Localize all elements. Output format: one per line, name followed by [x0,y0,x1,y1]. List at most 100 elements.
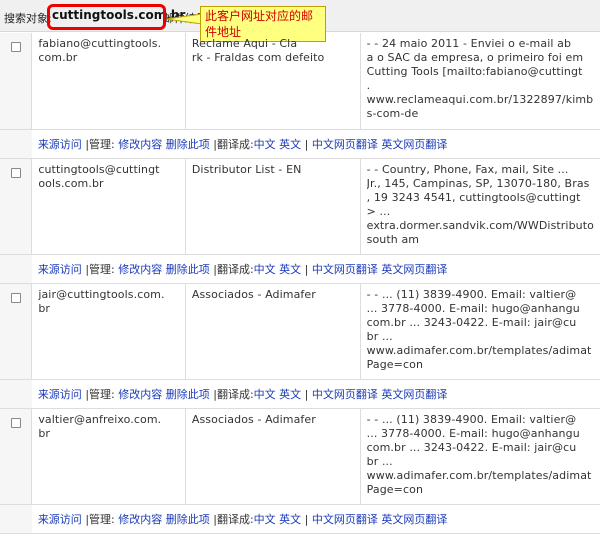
snippet-line: - - ... (11) 3839-4900. Email: valtier@ [366,287,577,301]
select-checkbox[interactable] [10,292,21,303]
page-title-cell: Distributor List - EN [185,158,361,254]
snippet-line: - - ... (11) 3839-4900. Email: valtier@ [366,412,577,426]
page-title-cell: Associados - Adimafer [185,408,361,504]
email-cell: jair@cuttingtools.com. br [31,283,186,379]
snippet-line: Cutting Tools [mailto:fabiano@cuttingt [366,65,583,78]
snippet-cell: - - Country, Phone, Fax, mail, Site ... J… [360,158,600,254]
translate-label: |翻译成: [213,512,254,526]
snippet-line: com.br ... 3243-0422. E-mail: jair@cu [366,315,577,329]
snippet-line: extra.dormer.sandvik.com/WWDistributo [366,218,594,232]
snippet-line: ... 3778-4000. E-mail: hugo@anhangu [366,426,580,440]
translate-en-link[interactable]: 英文 [279,138,301,151]
source-visit-link[interactable]: 来源访问 [38,513,82,526]
page-title-line: Distributor List - EN [191,162,302,176]
edit-content-link[interactable]: 修改内容 [118,138,162,151]
snippet-line: Page=con [366,357,424,371]
email-cell: fabiano@cuttingtools. com.br [31,33,186,129]
manage-label: |管理: [85,387,115,401]
translate-label: |翻译成: [213,387,254,401]
translate-zh-link[interactable]: 中文 [254,263,276,276]
result-actions-row: 来源访问 |管理: 修改内容 删除此项 |翻译成:中文 英文 | 中文网页翻译 … [0,128,600,159]
translate-page-en-link[interactable]: 英文网页翻译 [381,388,447,401]
actions-gutter [0,378,32,409]
snippet-line: ... 3778-4000. E-mail: hugo@anhangu [366,301,580,315]
edit-content-link[interactable]: 修改内容 [118,388,162,401]
select-checkbox[interactable] [10,167,21,178]
translate-page-zh-link[interactable]: 中文网页翻译 [312,513,378,526]
select-cell [0,158,32,255]
separator: | [304,387,309,401]
actions-gutter [0,128,32,159]
snippet-line: south am [366,232,420,246]
page-title-line: rk - Fraldas com defeito [191,51,325,64]
email-cell: valtier@anfreixo.com. br [31,408,186,504]
source-visit-link[interactable]: 来源访问 [38,263,82,276]
email-address-line: com.br [38,51,78,64]
search-target-label: 搜索对象: [4,12,52,25]
snippet-line: . [366,79,371,92]
actions-bar: 来源访问 |管理: 修改内容 删除此项 |翻译成:中文 英文 | 中文网页翻译 … [31,253,600,284]
translate-en-link[interactable]: 英文 [279,388,301,401]
snippet-line: - - 24 maio 2011 - Enviei o e-mail ab [366,37,572,50]
delete-item-link[interactable]: 删除此项 [166,138,210,151]
translate-page-en-link[interactable]: 英文网页翻译 [381,263,447,276]
manage-label: |管理: [85,137,115,151]
snippet-line: www.reclameaqui.com.br/1322897/kimb [366,93,594,106]
results-table: fabiano@cuttingtools. com.br Reclame Aqui … [0,33,600,534]
translate-page-en-link[interactable]: 英文网页翻译 [381,138,447,151]
source-visit-link[interactable]: 来源访问 [38,388,82,401]
translate-zh-link[interactable]: 中文 [254,513,276,526]
select-cell [0,408,32,505]
snippet-line: , 19 3243 4541, cuttingtools@cuttingt [366,190,581,204]
snippet-cell: - - ... (11) 3839-4900. Email: valtier@.… [360,408,600,504]
edit-content-link[interactable]: 修改内容 [118,263,162,276]
email-address-line: br [38,426,51,440]
page-title-line: Associados - Adimafer [191,412,316,426]
select-checkbox[interactable] [10,417,21,428]
edit-content-link[interactable]: 修改内容 [118,513,162,526]
actions-bar: 来源访问 |管理: 修改内容 删除此项 |翻译成:中文 英文 | 中文网页翻译 … [31,128,600,159]
translate-page-zh-link[interactable]: 中文网页翻译 [312,138,378,151]
email-address-line: cuttingtools@cuttingt [38,162,160,176]
source-visit-link[interactable]: 来源访问 [38,138,82,151]
snippet-line: www.adimafer.com.br/templates/adimat [366,343,592,357]
email-cell: cuttingtools@cuttingt ools.com.br [31,158,186,254]
page-title-cell: Associados - Adimafer [185,283,361,379]
translate-page-en-link[interactable]: 英文网页翻译 [381,513,447,526]
snippet-line: a o SAC da empresa, o primeiro foi em [366,51,584,64]
result-row: fabiano@cuttingtools. com.br Reclame Aqui … [0,33,600,130]
translate-page-zh-link[interactable]: 中文网页翻译 [312,388,378,401]
email-address-line: br [38,301,51,315]
snippet-line: Jr., 145, Campinas, SP, 13070-180, Bras [366,176,590,190]
snippet-line: www.adimafer.com.br/templates/adimat [366,468,592,482]
snippet-line: br ... [366,329,393,343]
delete-item-link[interactable]: 删除此项 [166,388,210,401]
delete-item-link[interactable]: 删除此项 [166,263,210,276]
email-address-line: valtier@anfreixo.com. [38,412,162,426]
manage-label: |管理: [85,262,115,276]
result-row: cuttingtools@cuttingt ools.com.br Distribu… [0,158,600,255]
select-cell [0,283,32,380]
manage-label: |管理: [85,512,115,526]
actions-bar: 来源访问 |管理: 修改内容 删除此项 |翻译成:中文 英文 | 中文网页翻译 … [31,378,600,409]
select-checkbox[interactable] [10,42,21,52]
result-row: jair@cuttingtools.com. br Associados - Adi… [0,283,600,380]
actions-gutter [0,253,32,284]
select-cell [0,33,32,130]
email-address-line: fabiano@cuttingtools. [38,37,162,50]
separator: | [304,137,309,151]
search-term-highlight-box [47,4,166,30]
separator: | [304,262,309,276]
translate-en-link[interactable]: 英文 [279,513,301,526]
translate-en-link[interactable]: 英文 [279,263,301,276]
actions-bar: 来源访问 |管理: 修改内容 删除此项 |翻译成:中文 英文 | 中文网页翻译 … [31,503,600,534]
delete-item-link[interactable]: 删除此项 [166,513,210,526]
translate-page-zh-link[interactable]: 中文网页翻译 [312,263,378,276]
result-row: valtier@anfreixo.com. br Associados - Adim… [0,408,600,505]
translate-zh-link[interactable]: 中文 [254,138,276,151]
translate-zh-link[interactable]: 中文 [254,388,276,401]
snippet-line: > ... [366,204,391,218]
translate-label: |翻译成: [213,262,254,276]
snippet-cell: - - 24 maio 2011 - Enviei o e-mail ab a o… [360,33,600,129]
actions-gutter [0,503,32,534]
